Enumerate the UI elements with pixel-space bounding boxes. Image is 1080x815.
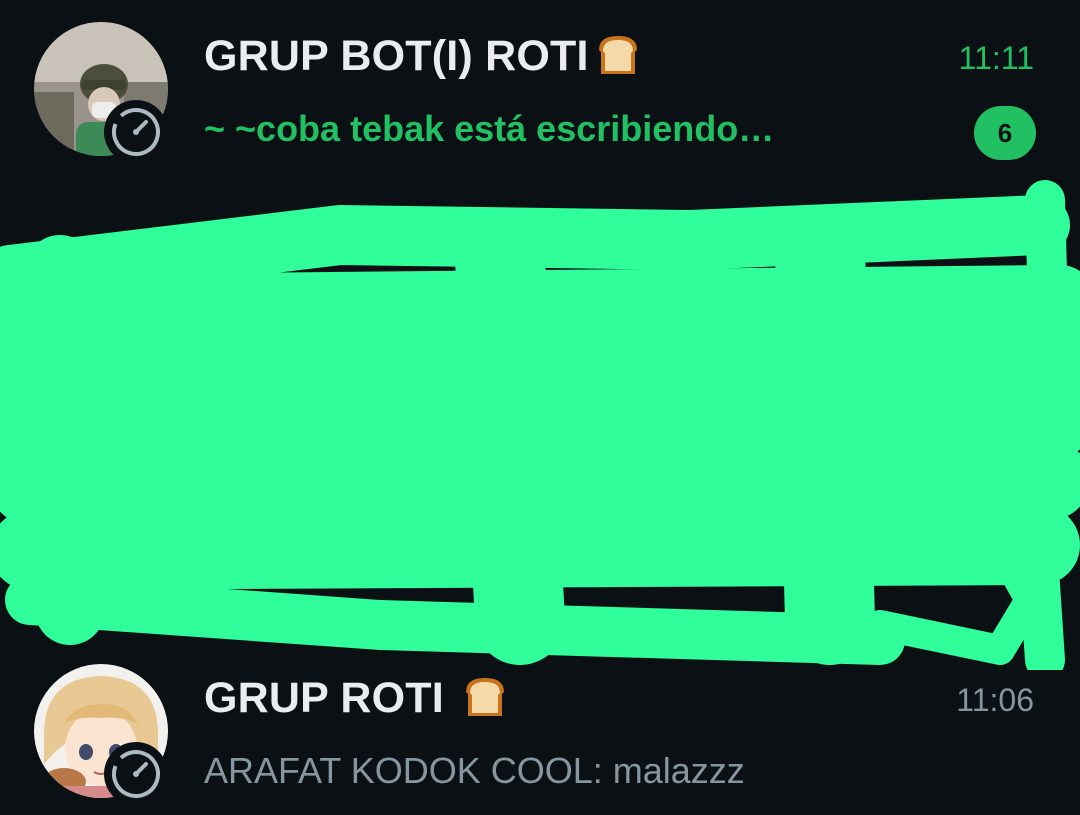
chat-row-grup-roti[interactable]: GRUP ROTI 11:06 ARAFAT KODOK COOL: malaz… [0,650,1080,810]
chat-preview-last-message: ARAFAT KODOK COOL: malazzz [204,750,745,791]
chat-list: GRUP BOT(I) ROTI 11:11 ~ ~coba tebak est… [0,0,1080,815]
chat-name: GRUP BOT(I) ROTI [204,32,643,81]
redaction-scribble [0,180,1080,680]
chat-name: GRUP ROTI [204,674,510,723]
bread-icon [593,32,643,76]
chat-preview-typing: ~ ~coba tebak está escribiendo… [204,108,775,149]
chat-name-text: GRUP ROTI [204,674,457,722]
status-ring-icon [104,742,168,806]
chat-time: 11:06 [956,682,1034,718]
status-ring-icon [104,100,168,164]
chat-name-text: GRUP BOT(I) ROTI [204,32,589,80]
unread-count-badge: 6 [974,106,1036,160]
chat-row-grup-bot-roti[interactable]: GRUP BOT(I) ROTI 11:11 ~ ~coba tebak est… [0,8,1080,168]
bread-icon [460,674,510,718]
chat-time: 11:11 [958,40,1034,76]
